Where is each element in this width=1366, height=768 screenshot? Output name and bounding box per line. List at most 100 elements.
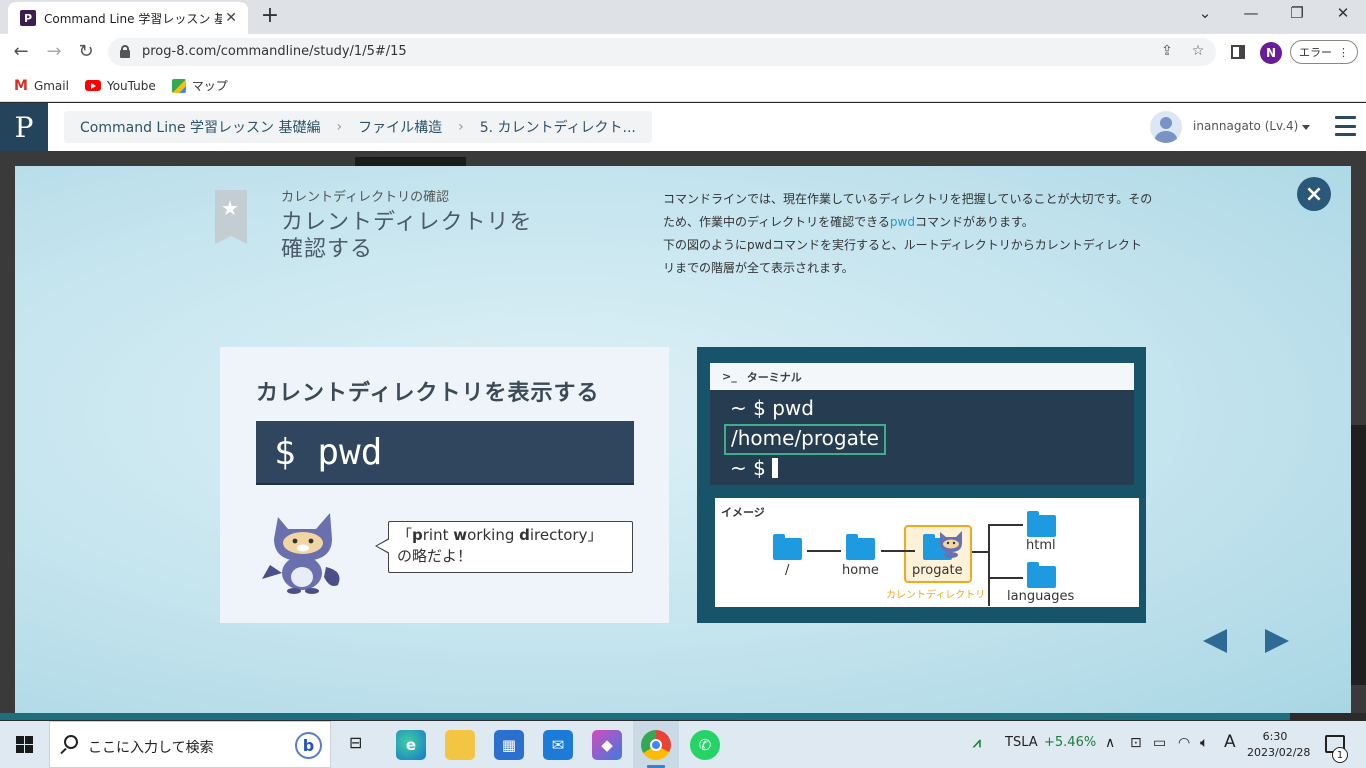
terminal-prompt: ~ $	[730, 456, 766, 480]
restore-button[interactable]: ❐	[1282, 4, 1312, 22]
clock-time: 6:30	[1262, 730, 1288, 743]
minimize-button[interactable]: —	[1236, 4, 1266, 22]
menu-dots-icon: ⋮	[1338, 45, 1349, 59]
progate-logo[interactable]: P	[0, 103, 48, 151]
bookmark-ribbon-icon[interactable]: ★	[215, 190, 247, 244]
microsoft-store-icon[interactable]: ▦	[494, 730, 524, 760]
terminal-illustration-card: >_ ターミナル ~ $ pwd /home/progate ~ $ イメージ …	[697, 347, 1146, 623]
folder-label: home	[842, 563, 879, 578]
ime-indicator[interactable]: A	[1224, 732, 1236, 752]
reload-icon[interactable]: ↻	[74, 40, 98, 64]
terminal-header: >_ ターミナル	[710, 363, 1134, 390]
bing-icon[interactable]: b	[295, 732, 322, 759]
breadcrumb-chapter[interactable]: ファイル構造	[358, 117, 442, 137]
tree-connector	[881, 550, 915, 552]
chevron-right-icon: ›	[458, 119, 464, 135]
hamburger-menu-icon[interactable]	[1335, 116, 1356, 136]
bubble-text: d	[519, 526, 530, 544]
clock-date: 2023/02/28	[1247, 746, 1311, 759]
tab-search-icon[interactable]: ⌄	[1190, 4, 1220, 22]
bubble-line: 「print working directory」	[397, 525, 624, 546]
new-tab-button[interactable]: +	[260, 5, 280, 27]
user-avatar[interactable]	[1150, 111, 1182, 143]
folder-icon	[1027, 562, 1056, 588]
copilot-icon[interactable]: ◆	[592, 730, 622, 760]
folder-icon	[773, 534, 802, 560]
bubble-text: w	[453, 526, 468, 544]
bubble-line: の略だよ！	[397, 547, 473, 565]
battery-icon[interactable]: ▭	[1153, 735, 1166, 751]
slide-title-line: 確認する	[281, 237, 374, 262]
progate-header: P Command Line 学習レッスン 基礎編 › ファイル構造 › 5. …	[0, 103, 1366, 151]
back-arrow-icon[interactable]: ←	[9, 40, 33, 64]
bubble-text: irectory」	[529, 526, 603, 544]
forward-arrow-icon[interactable]: →	[42, 40, 66, 64]
chrome-icon[interactable]	[641, 730, 671, 760]
slide-subtitle: カレントディレクトリの確認	[281, 190, 450, 205]
stock-symbol[interactable]: TSLA	[1005, 735, 1038, 750]
description-paragraph: 下の図のようにpwdコマンドを実行すると、ルートディレクトリからカレントディレク…	[663, 238, 1142, 275]
card-heading: カレントディレクトリを表示する	[256, 381, 600, 406]
breadcrumb-course[interactable]: Command Line 学習レッスン 基礎編	[80, 117, 320, 137]
windows-start-icon[interactable]	[16, 736, 33, 753]
bookmark-label: Gmail	[33, 78, 69, 93]
bookmark-label: マップ	[191, 79, 228, 93]
directory-image-panel: イメージ / home progate カレントディレクトリ html lang…	[715, 498, 1139, 607]
tree-connector	[988, 577, 1023, 579]
description-text: コマンドがあります。	[914, 215, 1034, 229]
previous-slide-arrow-icon[interactable]	[1203, 629, 1227, 653]
side-panel-icon[interactable]	[1231, 45, 1245, 59]
bubble-text: orking	[467, 526, 520, 544]
edge-icon[interactable]: e	[396, 730, 426, 760]
wifi-icon[interactable]: ◠	[1178, 735, 1190, 751]
progress-strip	[0, 713, 1290, 720]
taskbar-search[interactable]: ここに入力して検索 b	[49, 721, 331, 768]
tree-connector	[972, 551, 989, 553]
browser-tab-strip: P Command Line 学習レッスン 基礎編 ✕ + ⌄ — ❐ ✕	[0, 0, 1366, 34]
folder-icon	[846, 534, 875, 560]
close-window-button[interactable]: ✕	[1328, 4, 1358, 22]
bookmark-star-icon[interactable]: ☆	[1189, 43, 1207, 59]
folder-label: html	[1026, 538, 1056, 553]
chevron-up-icon[interactable]: ∧	[1105, 735, 1115, 751]
url-text: prog-8.com/commandline/study/1/5#/15	[142, 44, 407, 59]
caret-down-icon[interactable]	[1302, 125, 1310, 130]
star-icon: ★	[221, 196, 239, 220]
user-name[interactable]: inannagato (Lv.4)	[1193, 119, 1298, 133]
stock-chart-icon[interactable]: ⩘	[973, 735, 981, 751]
slide-description: コマンドラインでは、現在作業しているディレクトリを把握していることが大切です。そ…	[663, 188, 1153, 280]
terminal-title: ターミナル	[746, 370, 802, 384]
bubble-text: p	[412, 526, 423, 544]
pwd-highlight: pwd	[889, 215, 915, 229]
tab-close-icon[interactable]: ✕	[222, 10, 240, 26]
next-slide-arrow-icon[interactable]	[1265, 629, 1289, 653]
bookmark-maps[interactable]: マップ	[171, 77, 228, 94]
tree-connector	[807, 550, 841, 552]
address-bar[interactable]: prog-8.com/commandline/study/1/5#/15 ⇪ ☆	[108, 38, 1216, 66]
profile-avatar[interactable]: N	[1260, 42, 1282, 64]
stock-change[interactable]: +5.46%	[1044, 735, 1096, 750]
tab-title: Command Line 学習レッスン 基礎編	[44, 11, 223, 26]
task-view-icon[interactable]: ⊟	[349, 733, 362, 752]
folder-label: /	[785, 563, 790, 578]
mail-icon[interactable]: ✉	[543, 730, 573, 760]
close-icon[interactable]: ×	[1297, 177, 1331, 211]
bubble-text: 「	[397, 526, 413, 544]
folder-label: languages	[1007, 589, 1075, 604]
bookmark-gmail[interactable]: M Gmail	[14, 78, 69, 94]
share-icon[interactable]: ⇪	[1158, 43, 1176, 59]
error-button[interactable]: エラー ⋮	[1290, 40, 1358, 64]
terminal-line: ~ $	[730, 456, 778, 480]
terminal-window: >_ ターミナル ~ $ pwd /home/progate ~ $	[710, 363, 1134, 485]
system-clock[interactable]: 6:30 2023/02/28	[1247, 729, 1311, 761]
breadcrumb-lesson[interactable]: 5. カレントディレクト...	[480, 117, 636, 137]
speaker-icon[interactable]: 🔈︎	[1200, 735, 1208, 751]
gmail-icon: M	[14, 77, 28, 94]
camera-icon[interactable]: ⊡	[1130, 735, 1142, 751]
mascot-icon	[940, 531, 962, 558]
whatsapp-icon[interactable]: ✆	[690, 730, 720, 760]
browser-tab[interactable]: P Command Line 学習レッスン 基礎編 ✕	[8, 2, 248, 34]
slide-title: カレントディレクトリを 確認する	[281, 209, 601, 263]
file-explorer-icon[interactable]	[445, 730, 475, 760]
bookmark-youtube[interactable]: YouTube	[84, 79, 156, 93]
